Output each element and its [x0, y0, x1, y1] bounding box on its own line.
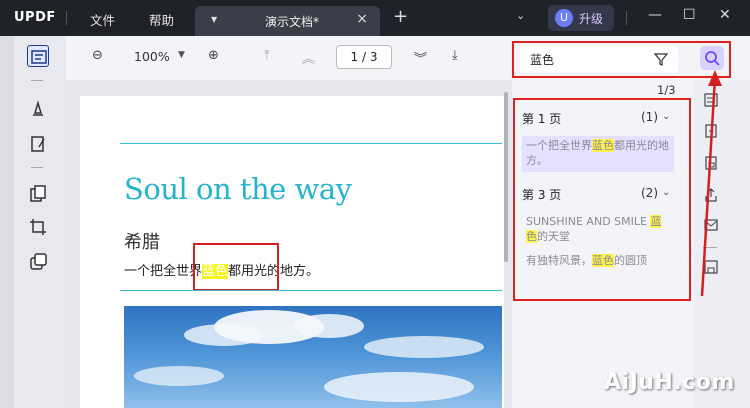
document-heading: 希腊	[124, 232, 160, 253]
zoom-dropdown-icon[interactable]: ▼	[178, 50, 185, 60]
search-result-item[interactable]: 一个把全世界蓝色都用光的地方。	[522, 136, 674, 172]
chevron-down-icon[interactable]: ⌄	[662, 187, 670, 198]
comment-highlighter-icon[interactable]	[27, 98, 49, 120]
result-group-page-1[interactable]: 第 1 页	[522, 110, 561, 127]
window-list-chevron-icon[interactable]: ⌄	[516, 9, 525, 22]
divider	[120, 290, 502, 291]
search-result-item[interactable]: SUNSHINE AND SMILE 蓝色的天堂	[522, 212, 674, 246]
organize-pages-icon[interactable]	[27, 183, 49, 205]
maximize-button[interactable]: ☐	[683, 7, 696, 23]
divider	[31, 167, 43, 168]
divider	[120, 143, 502, 144]
tab-dropdown-icon[interactable]: ▼	[211, 15, 217, 24]
reader-mode-icon[interactable]	[27, 45, 49, 67]
tab-title: 演示文档*	[265, 15, 320, 29]
result-group-page-3[interactable]: 第 3 页	[522, 186, 561, 203]
match-annotation-box	[193, 243, 279, 291]
last-page-icon[interactable]: ⤓	[452, 48, 458, 63]
zoom-out-icon[interactable]: ⊖	[92, 48, 103, 63]
result-group-count: (1)	[641, 110, 658, 124]
annotation-arrow	[700, 70, 722, 297]
search-result-item[interactable]: 有独特风景，蓝色的圆顶	[522, 251, 674, 270]
page-number-input[interactable]: 1 / 3	[336, 45, 392, 69]
upgrade-button[interactable]: U 升级	[548, 5, 614, 31]
divider	[626, 11, 627, 25]
next-page-icon[interactable]: ︾	[414, 48, 427, 67]
layers-icon[interactable]	[27, 251, 49, 273]
zoom-level[interactable]: 100%	[134, 49, 170, 64]
first-page-icon[interactable]: ⤒	[264, 48, 270, 63]
zoom-in-icon[interactable]: ⊕	[208, 48, 219, 63]
minimize-button[interactable]: —	[648, 7, 662, 23]
title-bar: UPDF 文件 帮助 ▼ 演示文档* × + ⌄ U 升级 — ☐ ✕	[0, 0, 750, 36]
chevron-down-icon[interactable]: ⌄	[662, 111, 670, 122]
left-edge-strip	[0, 36, 14, 408]
edit-pdf-icon[interactable]	[27, 133, 49, 155]
upgrade-label: 升级	[579, 12, 604, 26]
tab-close-icon[interactable]: ×	[356, 11, 368, 27]
match-counter: 1/3	[657, 83, 676, 97]
menu-file[interactable]: 文件	[90, 10, 115, 29]
sky-photo	[124, 306, 502, 408]
document-title: Soul on the way	[124, 172, 352, 206]
crop-icon[interactable]	[27, 216, 49, 238]
close-window-button[interactable]: ✕	[719, 7, 731, 23]
filter-icon[interactable]	[654, 52, 668, 66]
watermark: AiJuH.com	[604, 370, 735, 395]
divider	[66, 11, 67, 25]
document-tab[interactable]: ▼ 演示文档* ×	[195, 6, 380, 36]
new-tab-button[interactable]: +	[393, 6, 408, 27]
app-logo: UPDF	[14, 10, 56, 25]
scrollbar[interactable]	[504, 92, 508, 262]
divider	[31, 80, 43, 81]
avatar: U	[555, 9, 573, 27]
result-group-count: (2)	[641, 186, 658, 200]
previous-page-icon[interactable]: ︽	[302, 48, 315, 67]
menu-help[interactable]: 帮助	[149, 10, 174, 29]
